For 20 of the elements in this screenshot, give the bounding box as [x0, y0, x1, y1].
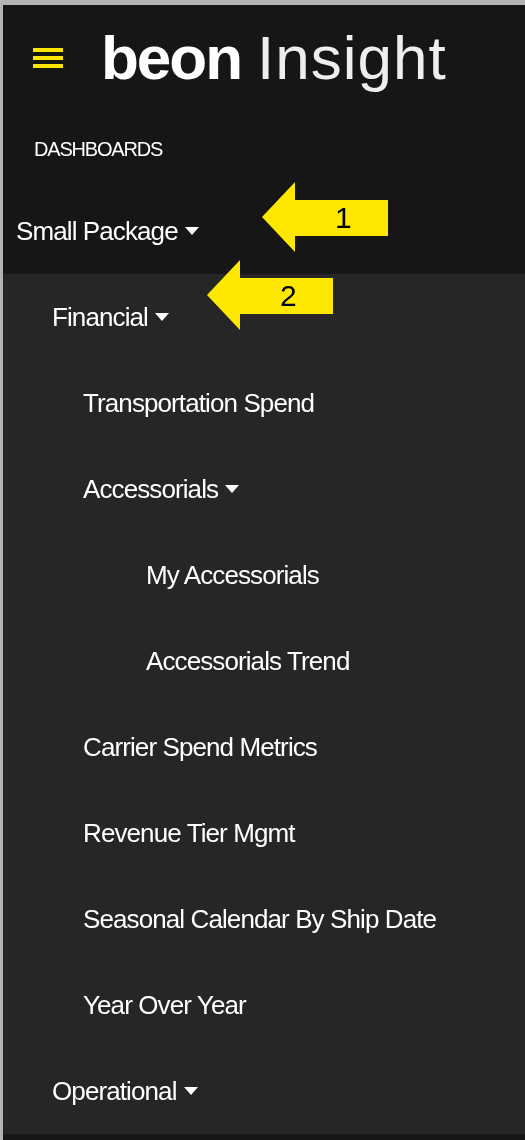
logo-text: beon	[101, 26, 242, 89]
menu-link[interactable]: Transportation Spend	[83, 383, 315, 423]
caret-icon	[183, 1087, 198, 1095]
menu-link[interactable]: Seasonal Calendar By Ship Date	[83, 899, 437, 939]
menu-link[interactable]: Accessorials Trend	[146, 641, 350, 681]
caret-icon	[154, 313, 169, 321]
section-heading: DASHBOARDS	[34, 137, 163, 162]
callout-arrow: 2	[207, 260, 333, 330]
menu-link[interactable]: My Accessorials	[146, 555, 319, 595]
menu-dropdown[interactable]: Operational	[52, 1071, 198, 1111]
menu-dropdown[interactable]: Accessorials	[83, 469, 240, 509]
menu-link[interactable]: Year Over Year	[83, 985, 246, 1025]
menu-link[interactable]: Carrier Spend Metrics	[83, 727, 317, 767]
callout-arrow: 1	[262, 182, 388, 252]
menu-dropdown[interactable]: Small Package	[16, 211, 199, 251]
menu-icon[interactable]	[33, 47, 63, 68]
menu-dropdown[interactable]: Financial	[52, 297, 169, 337]
caret-icon	[225, 485, 240, 493]
menu-link[interactable]: Revenue Tier Mgmt	[83, 813, 295, 853]
caret-icon	[184, 227, 199, 235]
